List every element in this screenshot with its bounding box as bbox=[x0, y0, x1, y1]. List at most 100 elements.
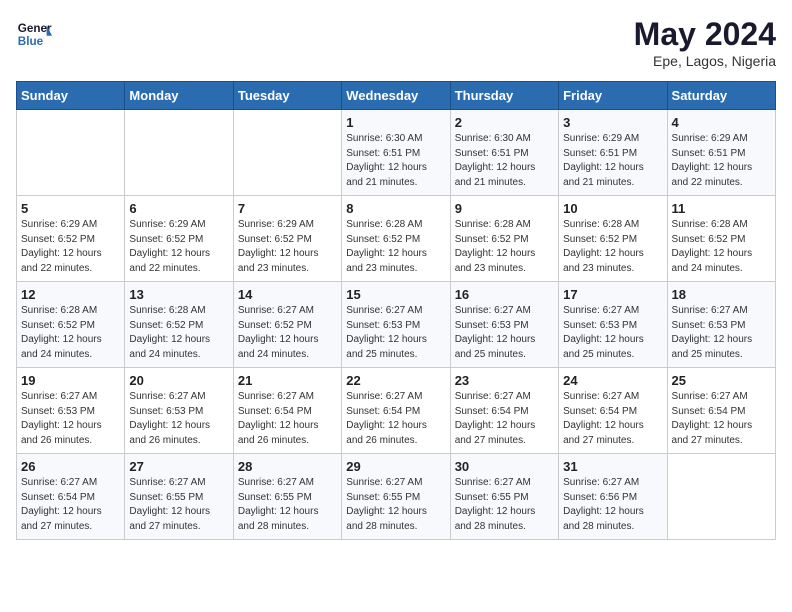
day-number: 5 bbox=[21, 201, 120, 216]
day-info: Sunrise: 6:28 AM Sunset: 6:52 PM Dayligh… bbox=[455, 218, 554, 276]
calendar-cell: 8 Sunrise: 6:28 AM Sunset: 6:52 PM Daylig… bbox=[342, 196, 450, 282]
calendar-cell: 10 Sunrise: 6:28 AM Sunset: 6:52 PM Dayli… bbox=[559, 196, 667, 282]
calendar-cell: 26 Sunrise: 6:27 AM Sunset: 6:54 PM Dayli… bbox=[17, 454, 125, 540]
day-header-thursday: Thursday bbox=[450, 82, 558, 110]
day-number: 13 bbox=[129, 287, 228, 302]
day-info: Sunrise: 6:27 AM Sunset: 6:53 PM Dayligh… bbox=[455, 304, 554, 362]
day-number: 16 bbox=[455, 287, 554, 302]
day-info: Sunrise: 6:27 AM Sunset: 6:53 PM Dayligh… bbox=[21, 390, 120, 448]
calendar-cell: 20 Sunrise: 6:27 AM Sunset: 6:53 PM Dayli… bbox=[125, 368, 233, 454]
calendar-cell bbox=[667, 454, 775, 540]
day-info: Sunrise: 6:27 AM Sunset: 6:54 PM Dayligh… bbox=[672, 390, 771, 448]
day-header-monday: Monday bbox=[125, 82, 233, 110]
day-number: 4 bbox=[672, 115, 771, 130]
day-info: Sunrise: 6:27 AM Sunset: 6:53 PM Dayligh… bbox=[672, 304, 771, 362]
calendar-header-row: SundayMondayTuesdayWednesdayThursdayFrid… bbox=[17, 82, 776, 110]
day-info: Sunrise: 6:27 AM Sunset: 6:54 PM Dayligh… bbox=[21, 476, 120, 534]
day-info: Sunrise: 6:27 AM Sunset: 6:54 PM Dayligh… bbox=[455, 390, 554, 448]
day-number: 15 bbox=[346, 287, 445, 302]
day-number: 26 bbox=[21, 459, 120, 474]
logo-icon: General Blue bbox=[16, 16, 52, 52]
calendar-cell: 29Sunrise: 6:27 AM Sunset: 6:55 PM Dayli… bbox=[342, 454, 450, 540]
calendar-cell: 23 Sunrise: 6:27 AM Sunset: 6:54 PM Dayli… bbox=[450, 368, 558, 454]
day-info: Sunrise: 6:28 AM Sunset: 6:52 PM Dayligh… bbox=[21, 304, 120, 362]
day-header-friday: Friday bbox=[559, 82, 667, 110]
day-info: Sunrise: 6:29 AM Sunset: 6:52 PM Dayligh… bbox=[129, 218, 228, 276]
day-info: Sunrise: 6:28 AM Sunset: 6:52 PM Dayligh… bbox=[563, 218, 662, 276]
day-info: Sunrise: 6:27 AM Sunset: 6:55 PM Dayligh… bbox=[455, 476, 554, 534]
day-info: Sunrise: 6:30 AM Sunset: 6:51 PM Dayligh… bbox=[455, 132, 554, 190]
calendar-cell: 12 Sunrise: 6:28 AM Sunset: 6:52 PM Dayli… bbox=[17, 282, 125, 368]
day-info: Sunrise: 6:27 AM Sunset: 6:55 PM Dayligh… bbox=[129, 476, 228, 534]
day-info: Sunrise: 6:30 AM Sunset: 6:51 PM Dayligh… bbox=[346, 132, 445, 190]
calendar-cell: 1 Sunrise: 6:30 AM Sunset: 6:51 PM Daylig… bbox=[342, 110, 450, 196]
calendar-cell bbox=[125, 110, 233, 196]
day-info: Sunrise: 6:28 AM Sunset: 6:52 PM Dayligh… bbox=[129, 304, 228, 362]
calendar-cell: 6 Sunrise: 6:29 AM Sunset: 6:52 PM Daylig… bbox=[125, 196, 233, 282]
day-info: Sunrise: 6:27 AM Sunset: 6:56 PM Dayligh… bbox=[563, 476, 662, 534]
calendar-cell: 3 Sunrise: 6:29 AM Sunset: 6:51 PM Daylig… bbox=[559, 110, 667, 196]
calendar-cell: 16 Sunrise: 6:27 AM Sunset: 6:53 PM Dayli… bbox=[450, 282, 558, 368]
logo: General Blue bbox=[16, 16, 56, 52]
calendar-cell: 22 Sunrise: 6:27 AM Sunset: 6:54 PM Dayli… bbox=[342, 368, 450, 454]
calendar-cell: 30 Sunrise: 6:27 AM Sunset: 6:55 PM Dayli… bbox=[450, 454, 558, 540]
day-info: Sunrise: 6:27 AM Sunset: 6:53 PM Dayligh… bbox=[129, 390, 228, 448]
day-number: 3 bbox=[563, 115, 662, 130]
calendar-cell: 21Sunrise: 6:27 AM Sunset: 6:54 PM Dayli… bbox=[233, 368, 341, 454]
title-block: May 2024 Epe, Lagos, Nigeria bbox=[634, 16, 776, 69]
calendar-cell: 11Sunrise: 6:28 AM Sunset: 6:52 PM Dayli… bbox=[667, 196, 775, 282]
day-number: 24 bbox=[563, 373, 662, 388]
day-number: 1 bbox=[346, 115, 445, 130]
day-number: 2 bbox=[455, 115, 554, 130]
calendar-cell: 28 Sunrise: 6:27 AM Sunset: 6:55 PM Dayli… bbox=[233, 454, 341, 540]
calendar-cell: 18Sunrise: 6:27 AM Sunset: 6:53 PM Dayli… bbox=[667, 282, 775, 368]
day-header-saturday: Saturday bbox=[667, 82, 775, 110]
day-number: 10 bbox=[563, 201, 662, 216]
calendar-body: 1 Sunrise: 6:30 AM Sunset: 6:51 PM Daylig… bbox=[17, 110, 776, 540]
svg-text:Blue: Blue bbox=[18, 35, 44, 48]
day-number: 23 bbox=[455, 373, 554, 388]
day-number: 30 bbox=[455, 459, 554, 474]
day-info: Sunrise: 6:27 AM Sunset: 6:54 PM Dayligh… bbox=[238, 390, 337, 448]
day-info: Sunrise: 6:29 AM Sunset: 6:51 PM Dayligh… bbox=[563, 132, 662, 190]
week-row-2: 5 Sunrise: 6:29 AM Sunset: 6:52 PM Daylig… bbox=[17, 196, 776, 282]
day-info: Sunrise: 6:27 AM Sunset: 6:54 PM Dayligh… bbox=[346, 390, 445, 448]
calendar-cell: 4 Sunrise: 6:29 AM Sunset: 6:51 PM Daylig… bbox=[667, 110, 775, 196]
week-row-1: 1 Sunrise: 6:30 AM Sunset: 6:51 PM Daylig… bbox=[17, 110, 776, 196]
day-number: 25 bbox=[672, 373, 771, 388]
day-info: Sunrise: 6:27 AM Sunset: 6:54 PM Dayligh… bbox=[563, 390, 662, 448]
day-number: 11 bbox=[672, 201, 771, 216]
calendar-cell: 24 Sunrise: 6:27 AM Sunset: 6:54 PM Dayli… bbox=[559, 368, 667, 454]
day-info: Sunrise: 6:29 AM Sunset: 6:52 PM Dayligh… bbox=[21, 218, 120, 276]
day-number: 8 bbox=[346, 201, 445, 216]
calendar-cell: 15Sunrise: 6:27 AM Sunset: 6:53 PM Dayli… bbox=[342, 282, 450, 368]
day-info: Sunrise: 6:28 AM Sunset: 6:52 PM Dayligh… bbox=[346, 218, 445, 276]
calendar-cell: 7Sunrise: 6:29 AM Sunset: 6:52 PM Daylig… bbox=[233, 196, 341, 282]
week-row-3: 12 Sunrise: 6:28 AM Sunset: 6:52 PM Dayli… bbox=[17, 282, 776, 368]
calendar-cell: 14Sunrise: 6:27 AM Sunset: 6:52 PM Dayli… bbox=[233, 282, 341, 368]
calendar-cell: 13 Sunrise: 6:28 AM Sunset: 6:52 PM Dayli… bbox=[125, 282, 233, 368]
day-number: 9 bbox=[455, 201, 554, 216]
day-info: Sunrise: 6:29 AM Sunset: 6:52 PM Dayligh… bbox=[238, 218, 337, 276]
day-header-sunday: Sunday bbox=[17, 82, 125, 110]
day-header-tuesday: Tuesday bbox=[233, 82, 341, 110]
calendar-cell: 5 Sunrise: 6:29 AM Sunset: 6:52 PM Daylig… bbox=[17, 196, 125, 282]
day-number: 29 bbox=[346, 459, 445, 474]
day-number: 17 bbox=[563, 287, 662, 302]
day-number: 20 bbox=[129, 373, 228, 388]
week-row-4: 19Sunrise: 6:27 AM Sunset: 6:53 PM Dayli… bbox=[17, 368, 776, 454]
calendar-cell: 25 Sunrise: 6:27 AM Sunset: 6:54 PM Dayli… bbox=[667, 368, 775, 454]
day-number: 22 bbox=[346, 373, 445, 388]
day-info: Sunrise: 6:29 AM Sunset: 6:51 PM Dayligh… bbox=[672, 132, 771, 190]
day-info: Sunrise: 6:27 AM Sunset: 6:55 PM Dayligh… bbox=[238, 476, 337, 534]
day-number: 31 bbox=[563, 459, 662, 474]
calendar-cell bbox=[17, 110, 125, 196]
calendar-table: SundayMondayTuesdayWednesdayThursdayFrid… bbox=[16, 81, 776, 540]
calendar-cell: 17Sunrise: 6:27 AM Sunset: 6:53 PM Dayli… bbox=[559, 282, 667, 368]
calendar-cell: 9 Sunrise: 6:28 AM Sunset: 6:52 PM Daylig… bbox=[450, 196, 558, 282]
location-subtitle: Epe, Lagos, Nigeria bbox=[634, 53, 776, 69]
day-number: 6 bbox=[129, 201, 228, 216]
day-number: 28 bbox=[238, 459, 337, 474]
calendar-cell: 27Sunrise: 6:27 AM Sunset: 6:55 PM Dayli… bbox=[125, 454, 233, 540]
day-number: 12 bbox=[21, 287, 120, 302]
